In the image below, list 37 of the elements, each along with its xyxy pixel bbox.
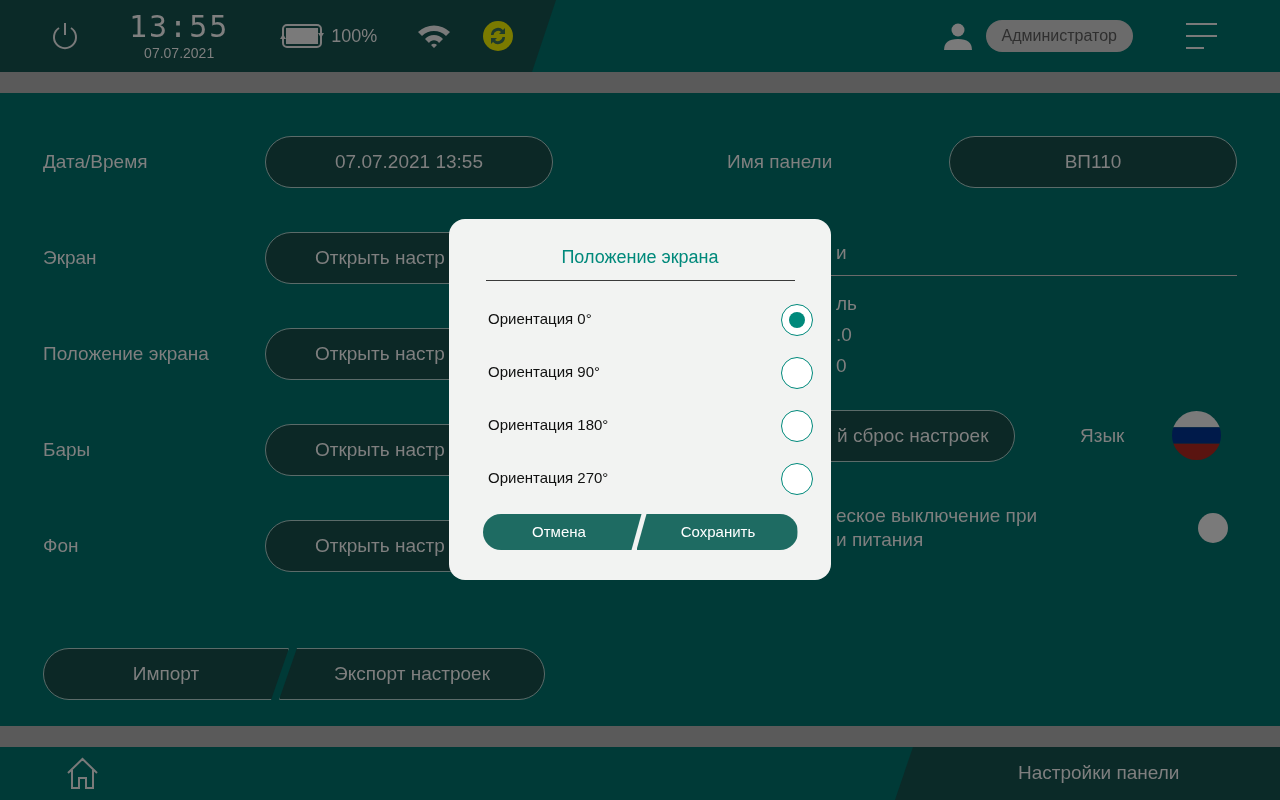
cancel-button[interactable]: Отмена [482, 514, 642, 550]
menu-icon[interactable] [1185, 22, 1217, 50]
info-text: .0 [836, 323, 853, 347]
radio-button[interactable] [781, 462, 813, 495]
info-text: ль [836, 292, 858, 316]
export-button[interactable]: Экспорт настроек [279, 648, 545, 700]
sync-icon[interactable] [483, 21, 514, 51]
clock-date: 07.07.2021 [144, 44, 215, 61]
home-icon[interactable] [66, 757, 99, 790]
toggle-switch[interactable] [1198, 513, 1228, 543]
auto-off-text: еское выключение при [836, 504, 1039, 528]
setting-label: Бары [43, 438, 92, 462]
setting-label: Положение экрана [43, 342, 210, 366]
user-icon [942, 22, 973, 50]
save-button[interactable]: Сохранить [636, 514, 798, 550]
footer-title: Настройки панели [1018, 761, 1180, 786]
language-label: Язык [1080, 424, 1125, 448]
setting-label: Дата/Время [43, 150, 149, 174]
panel-name-label: Имя панели [727, 150, 834, 174]
info-text: 0 [836, 354, 848, 378]
clock-time: 13:55 [129, 11, 230, 42]
setting-label: Экран [43, 246, 98, 270]
radio-button[interactable] [781, 356, 813, 389]
setting-label: Фон [43, 534, 80, 558]
auto-off-text: и питания [836, 528, 925, 552]
radio-button[interactable] [781, 303, 813, 336]
dialog-title: Положение экрана [485, 244, 795, 281]
flag-icon[interactable] [1172, 411, 1222, 460]
panel-name-field[interactable]: ВП110 [949, 136, 1237, 188]
user-badge[interactable]: Администратор [985, 20, 1133, 52]
setting-button[interactable]: 07.07.2021 13:55 [265, 136, 553, 188]
import-button[interactable]: Импорт [43, 648, 289, 700]
option-label: Ориентация 0° [488, 309, 592, 330]
battery-percent: 100% [331, 24, 378, 48]
radio-button[interactable] [781, 409, 813, 442]
battery-icon [279, 23, 326, 49]
wifi-icon[interactable] [417, 24, 452, 48]
